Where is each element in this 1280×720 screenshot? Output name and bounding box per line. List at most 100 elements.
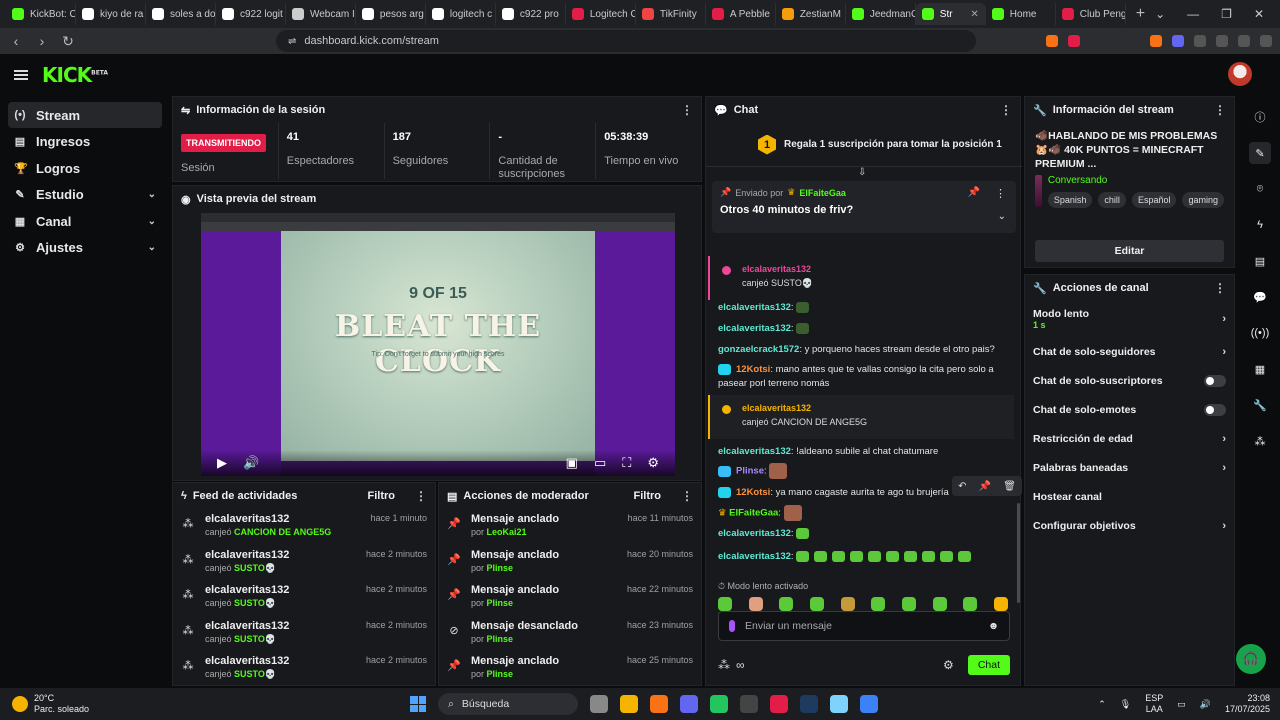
chat-username[interactable]: elcalaveritas132 — [718, 302, 791, 313]
site-info-icon[interactable]: ⇌ — [288, 36, 296, 47]
sidebar-icon[interactable] — [1216, 35, 1228, 47]
avatar[interactable] — [1228, 62, 1252, 86]
restore-icon[interactable]: ❐ — [1221, 7, 1232, 21]
chat-username[interactable]: elcalaveritas132 — [718, 446, 791, 457]
obs-icon[interactable] — [740, 695, 758, 713]
back-icon[interactable]: ‹ — [8, 33, 24, 49]
send-chat-button[interactable]: Chat — [967, 655, 1010, 675]
scroll-down-icon[interactable]: ⇩ — [858, 167, 866, 178]
more-icon[interactable]: ⋮ — [995, 187, 1006, 200]
chat-username[interactable]: 12Kotsi — [736, 364, 770, 375]
gear-icon[interactable]: ⚙ — [943, 658, 954, 672]
browser-tab[interactable]: logitech c — [426, 3, 496, 25]
microphone-icon[interactable] — [729, 620, 735, 632]
layout-icon[interactable]: ▦ — [1249, 358, 1271, 380]
mod-action-item[interactable]: 📌 Mensaje anclado por Plinse hace 22 minuto… — [439, 580, 701, 616]
more-icon[interactable]: ⋮ — [681, 103, 693, 117]
puzzle-icon[interactable] — [1194, 35, 1206, 47]
category-name[interactable]: Conversando — [1048, 175, 1224, 186]
sidebar-item-estudio[interactable]: ✎ Estudio ⌄ — [8, 182, 162, 208]
browser-tab[interactable]: A Pebble — [706, 3, 776, 25]
browser-tab[interactable]: soles a do — [146, 3, 216, 25]
browser-tab[interactable]: Str ✕ — [915, 3, 986, 25]
chat-username[interactable]: ElFaiteGaa — [729, 508, 778, 519]
discord-icon[interactable] — [680, 695, 698, 713]
host-channel-row[interactable]: Hostear canal — [1025, 482, 1234, 511]
browser-tab[interactable]: c922 pro — [496, 3, 566, 25]
app-icon[interactable] — [770, 695, 788, 713]
points-icon[interactable]: ⁂ — [718, 658, 730, 672]
chat-username[interactable]: elcalaveritas132 — [718, 323, 791, 334]
chat-username[interactable]: gonzaelcrack1572 — [718, 344, 799, 355]
emote[interactable] — [718, 597, 732, 611]
browser-tab[interactable]: JeedmanG — [846, 3, 916, 25]
volume-icon[interactable]: 🔊 — [1200, 699, 1211, 710]
emoji-icon[interactable]: ☻ — [988, 620, 999, 632]
browser-tab[interactable]: KickBot: C — [6, 3, 76, 25]
chat-username[interactable]: Plinse — [736, 466, 764, 477]
spotify-icon[interactable] — [710, 695, 728, 713]
close-window-icon[interactable]: ✕ — [1254, 7, 1264, 21]
stream-tag[interactable]: Español — [1131, 192, 1177, 208]
pinned-message[interactable]: 📌 Enviado por ♛ ElFaiteGaa Otros 40 minu… — [712, 181, 1016, 233]
menu-icon[interactable] — [1260, 35, 1272, 47]
volume-icon[interactable]: 🔊 — [243, 455, 259, 471]
mod-action-item[interactable]: 📌 Mensaje anclado por LeoKai21 hace 11 minu… — [439, 509, 701, 545]
emote[interactable] — [932, 597, 947, 611]
tab-search-icon[interactable]: ⌄ — [1155, 7, 1165, 21]
chat-icon[interactable]: 💬 — [1249, 286, 1271, 308]
taskbar-search[interactable]: ⌕ Búsqueda — [438, 693, 578, 715]
banned-words-row[interactable]: Palabras baneadas › — [1025, 453, 1234, 482]
play-icon[interactable]: ▶ — [217, 455, 227, 471]
theater-icon[interactable]: ▭ — [594, 455, 606, 471]
windows-start-icon[interactable] — [410, 696, 426, 712]
settings-icon[interactable]: ⚙ — [647, 455, 659, 471]
followers-only-row[interactable]: Chat de solo-seguidores › — [1025, 337, 1234, 366]
goals-row[interactable]: Configurar objetivos › — [1025, 511, 1234, 540]
filter-button[interactable]: Filtro — [634, 490, 662, 502]
extension-icon[interactable] — [1150, 35, 1162, 47]
browser-tab[interactable]: c922 logit — [216, 3, 286, 25]
gift-banner[interactable]: 1 Regala 1 suscripción para tomar la pos… — [706, 123, 1022, 167]
more-icon[interactable]: ⋮ — [1000, 103, 1012, 117]
camera-icon[interactable]: ⌾ — [1249, 178, 1271, 200]
edit-button[interactable]: Editar — [1035, 240, 1224, 262]
broadcast-icon[interactable]: ((•)) — [1249, 322, 1271, 344]
activity-item[interactable]: ⁂ elcalaveritas132 canjeó CANCION DE ANGE5… — [173, 509, 435, 545]
fullscreen-icon[interactable]: ⛶ — [622, 455, 631, 471]
sidebar-item-canal[interactable]: ▦ Canal ⌄ — [8, 208, 162, 234]
chevron-down-icon[interactable]: ⌄ — [998, 211, 1006, 222]
emote[interactable] — [809, 597, 824, 611]
emote[interactable] — [779, 597, 794, 611]
browser-tab[interactable]: ZestianM — [776, 3, 846, 25]
extension-icon[interactable] — [1172, 35, 1184, 47]
file-explorer-icon[interactable] — [620, 695, 638, 713]
reload-icon[interactable]: ↻ — [60, 33, 76, 50]
stream-tag[interactable]: chill — [1098, 192, 1126, 208]
chevron-up-icon[interactable]: ⌃ — [1098, 699, 1106, 710]
app-icon[interactable] — [830, 695, 848, 713]
url-field[interactable]: ⇌ dashboard.kick.com/stream — [276, 30, 976, 52]
points-icon[interactable]: ⁂ — [1249, 430, 1271, 452]
more-icon[interactable]: ⋮ — [1214, 103, 1226, 117]
browser-tab[interactable]: kiyo de ra — [76, 3, 146, 25]
list-icon[interactable]: ▤ — [1249, 250, 1271, 272]
emotes-only-toggle[interactable] — [1204, 403, 1226, 416]
emote[interactable] — [748, 597, 763, 611]
chat-input[interactable]: Enviar un mensaje ☻ — [718, 611, 1010, 641]
chat-username[interactable]: elcalaveritas132 — [742, 401, 1014, 415]
stream-tag[interactable]: Spanish — [1047, 192, 1093, 208]
emote[interactable] — [871, 597, 886, 611]
microphone-icon[interactable]: 🎙 — [1120, 699, 1131, 710]
steam-icon[interactable] — [800, 695, 818, 713]
help-button[interactable]: 🎧 — [1236, 644, 1266, 674]
browser-tab[interactable]: Webcam I — [286, 3, 356, 25]
emote[interactable] — [840, 597, 855, 611]
network-icon[interactable]: ▭ — [1177, 699, 1186, 710]
new-tab-icon[interactable]: + — [1126, 5, 1155, 23]
sidebar-item-stream[interactable]: (•) Stream — [8, 102, 162, 128]
lightning-icon[interactable]: ϟ — [1249, 214, 1271, 236]
chat-username[interactable]: elcalaveritas132 — [718, 528, 791, 539]
sidebar-item-logros[interactable]: 🏆 Logros — [8, 155, 162, 181]
activity-item[interactable]: ⁂ elcalaveritas132 canjeó SUSTO💀 hace 2 min… — [173, 545, 435, 581]
